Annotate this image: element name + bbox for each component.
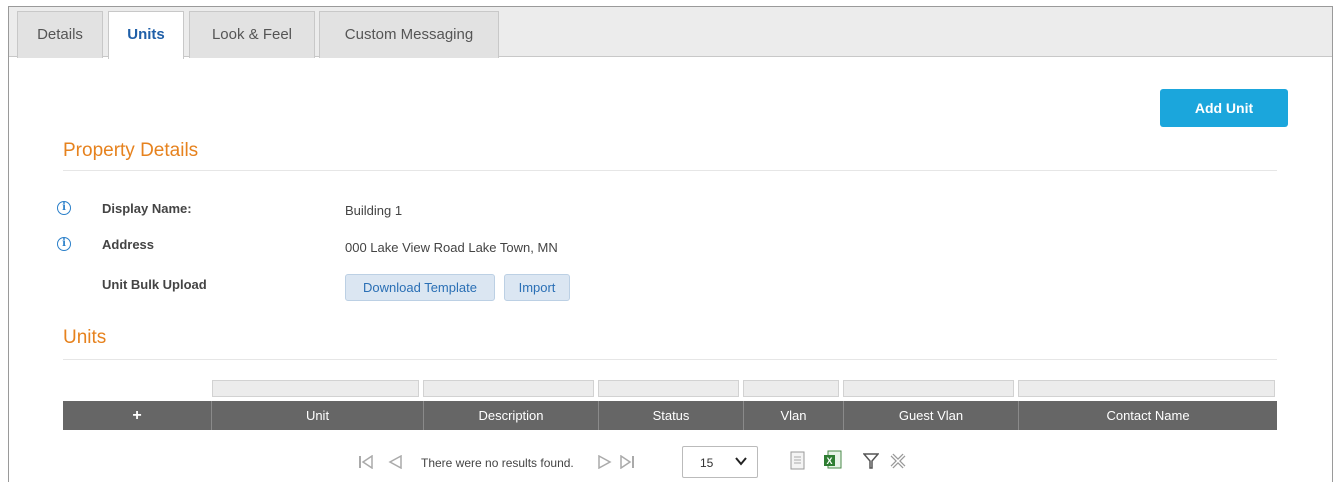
address-value: 000 Lake View Road Lake Town, MN: [345, 240, 558, 255]
address-label: Address: [102, 237, 155, 252]
document-icon[interactable]: [790, 451, 805, 470]
tab-details[interactable]: Details: [17, 11, 103, 58]
chevron-down-icon: [735, 457, 747, 466]
filter-input-unit[interactable]: [212, 380, 419, 397]
property-details-title: Property Details: [63, 140, 199, 161]
column-header-vlan[interactable]: Vlan: [744, 401, 844, 430]
column-header-description[interactable]: Description: [424, 401, 599, 430]
section-divider: [63, 170, 1277, 171]
tab-custom-messaging[interactable]: Custom Messaging: [319, 11, 499, 58]
excel-icon[interactable]: X: [823, 450, 843, 470]
display-name-value: Building 1: [345, 203, 403, 218]
app-frame: Details Units Look & Feel Custom Messagi…: [8, 6, 1333, 482]
tab-bar: Details Units Look & Feel Custom Messagi…: [9, 7, 1332, 59]
page-size-select[interactable]: 15: [682, 446, 758, 478]
tab-units[interactable]: Units: [108, 11, 184, 59]
filter-row: [212, 380, 1275, 397]
page-size-value: 15: [700, 456, 714, 470]
unit-bulk-upload-label: Unit Bulk Upload: [102, 277, 207, 292]
column-header-guest-vlan[interactable]: Guest Vlan: [844, 401, 1019, 430]
next-page-icon[interactable]: [597, 455, 613, 469]
units-table-header: + Unit Description Status Vlan Guest Vla…: [63, 401, 1277, 430]
add-row-icon[interactable]: +: [63, 401, 212, 430]
column-header-unit[interactable]: Unit: [212, 401, 424, 430]
no-results-message: There were no results found.: [421, 456, 574, 470]
filter-input-vlan[interactable]: [743, 380, 839, 397]
column-header-status[interactable]: Status: [599, 401, 744, 430]
filter-input-description[interactable]: [423, 380, 594, 397]
filter-input-guest-vlan[interactable]: [843, 380, 1014, 397]
download-template-button[interactable]: Download Template: [345, 274, 495, 301]
filter-input-status[interactable]: [598, 380, 739, 397]
import-button[interactable]: Import: [504, 274, 570, 301]
first-page-icon[interactable]: [358, 455, 374, 469]
info-icon[interactable]: i: [57, 237, 71, 251]
units-title: Units: [63, 327, 107, 348]
column-header-contact-name[interactable]: Contact Name: [1019, 401, 1277, 430]
add-unit-button[interactable]: Add Unit: [1160, 89, 1288, 127]
tab-look-and-feel[interactable]: Look & Feel: [189, 11, 315, 58]
display-name-label: Display Name:: [102, 201, 192, 216]
last-page-icon[interactable]: [619, 455, 635, 469]
section-divider: [63, 359, 1277, 360]
prev-page-icon[interactable]: [387, 455, 403, 469]
info-icon[interactable]: i: [57, 201, 71, 215]
filter-input-contact-name[interactable]: [1018, 380, 1275, 397]
svg-text:X: X: [826, 456, 832, 466]
clear-filter-icon[interactable]: [889, 452, 907, 470]
filter-icon[interactable]: [863, 453, 879, 469]
